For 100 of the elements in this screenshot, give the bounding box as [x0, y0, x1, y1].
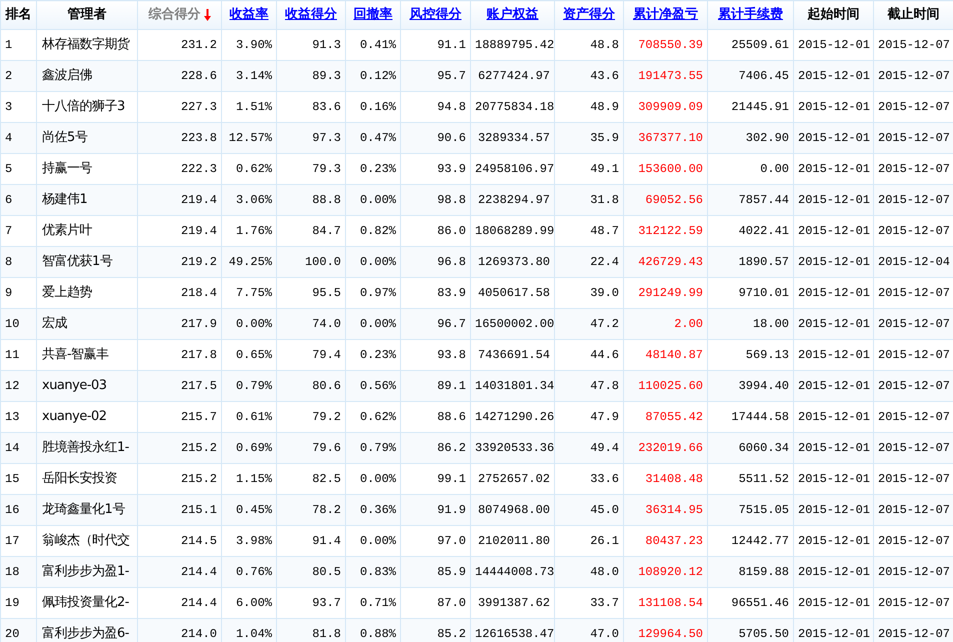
- table-cell: 47.0: [554, 618, 624, 642]
- table-cell: 45.0: [554, 494, 624, 526]
- table-cell: 47.2: [554, 308, 624, 340]
- column-header: 截止时间: [888, 7, 940, 22]
- manager-cell: 鑫波启佛: [36, 60, 138, 92]
- table-cell: 89.1: [400, 370, 470, 402]
- table-cell: 48.0: [554, 556, 624, 588]
- table-cell: 3.14%: [222, 60, 276, 92]
- table-cell: 96.7: [400, 308, 470, 340]
- table-cell: 49.25%: [222, 246, 276, 278]
- table-cell: 80.5: [276, 556, 346, 588]
- table-cell: 367377.10: [624, 122, 708, 154]
- table-cell: 2015-12-07: [874, 494, 953, 526]
- manager-cell: 尚佐5号: [36, 122, 138, 154]
- rank-cell: 2: [0, 60, 36, 92]
- table-cell: 0.47%: [346, 122, 400, 154]
- table-cell: 85.2: [400, 618, 470, 642]
- manager-cell: 富利步步为盈6-: [36, 618, 138, 642]
- table-cell: 214.4: [138, 556, 222, 588]
- table-cell: 95.7: [400, 60, 470, 92]
- table-cell: 36314.95: [624, 494, 708, 526]
- table-cell: 219.2: [138, 246, 222, 278]
- table-cell: 232019.66: [624, 432, 708, 464]
- table-cell: 2015-12-01: [794, 556, 874, 588]
- table-cell: 426729.43: [624, 246, 708, 278]
- table-cell: 74.0: [276, 308, 346, 340]
- table-cell: 2015-12-07: [874, 618, 953, 642]
- table-cell: 3.06%: [222, 184, 276, 216]
- table-cell: 14444008.73: [470, 556, 554, 588]
- table-cell: 47.8: [554, 370, 624, 402]
- table-cell: 0.79%: [222, 370, 276, 402]
- table-cell: 6277424.97: [470, 60, 554, 92]
- rank-cell: 4: [0, 122, 36, 154]
- table-cell: 217.9: [138, 308, 222, 340]
- column-header: 排名: [6, 7, 32, 22]
- table-cell: 43.6: [554, 60, 624, 92]
- rank-cell: 20: [0, 618, 36, 642]
- manager-cell: 智富优获1号: [36, 246, 138, 278]
- table-cell: 2015-12-07: [874, 432, 953, 464]
- table-cell: 2015-12-07: [874, 122, 953, 154]
- sort-down-arrow-icon: [204, 8, 210, 21]
- table-cell: 3994.40: [708, 370, 794, 402]
- table-cell: 2015-12-07: [874, 556, 953, 588]
- table-cell: 7515.05: [708, 494, 794, 526]
- table-cell: 2015-12-01: [794, 60, 874, 92]
- table-cell: 2015-12-07: [874, 370, 953, 402]
- table-cell: 0.88%: [346, 618, 400, 642]
- table-cell: 0.36%: [346, 494, 400, 526]
- table-cell: 100.0: [276, 246, 346, 278]
- table-cell: 219.4: [138, 184, 222, 216]
- table-cell: 215.1: [138, 494, 222, 526]
- table-cell: 0.79%: [346, 432, 400, 464]
- table-cell: 2015-12-01: [794, 308, 874, 340]
- table-cell: 18.00: [708, 308, 794, 340]
- table-cell: 0.69%: [222, 432, 276, 464]
- table-cell: 6060.34: [708, 432, 794, 464]
- table-cell: 110025.60: [624, 370, 708, 402]
- column-header: 管理者: [68, 7, 106, 22]
- table-cell: 7406.45: [708, 60, 794, 92]
- table-cell: 97.3: [276, 122, 346, 154]
- manager-cell: 胜境善投永红1-: [36, 432, 138, 464]
- table-cell: 214.0: [138, 618, 222, 642]
- table-cell: 35.9: [554, 122, 624, 154]
- rank-cell: 18: [0, 556, 36, 588]
- table-cell: 217.5: [138, 370, 222, 402]
- manager-cell: xuanye-03: [36, 370, 138, 402]
- table-cell: 1.04%: [222, 618, 276, 642]
- table-cell: 12.57%: [222, 122, 276, 154]
- table-cell: 88.8: [276, 184, 346, 216]
- table-cell: 228.6: [138, 60, 222, 92]
- table-cell: 0.00%: [222, 308, 276, 340]
- manager-cell: 杨建伟1: [36, 184, 138, 216]
- table-cell: 2015-12-01: [794, 432, 874, 464]
- rank-cell: 16: [0, 494, 36, 526]
- manager-cell: 龙琦鑫量化1号: [36, 494, 138, 526]
- table-cell: 2015-12-01: [794, 370, 874, 402]
- column-header: 起始时间: [808, 7, 860, 22]
- table-cell: 2015-12-07: [874, 184, 953, 216]
- table-cell: 78.2: [276, 494, 346, 526]
- table-cell: 108920.12: [624, 556, 708, 588]
- table-cell: 49.4: [554, 432, 624, 464]
- table-cell: 2015-12-07: [874, 308, 953, 340]
- table-cell: 91.9: [400, 494, 470, 526]
- table-cell: 31.8: [554, 184, 624, 216]
- table-cell: 90.6: [400, 122, 470, 154]
- table-cell: 12616538.47: [470, 618, 554, 642]
- table-cell: 8159.88: [708, 556, 794, 588]
- table-cell: 129964.50: [624, 618, 708, 642]
- table-cell: 3289334.57: [470, 122, 554, 154]
- table-cell: 0.00%: [346, 184, 400, 216]
- table-cell: 0.83%: [346, 556, 400, 588]
- table-cell: 5705.50: [708, 618, 794, 642]
- table-cell: 89.3: [276, 60, 346, 92]
- table-cell: 86.2: [400, 432, 470, 464]
- table-cell: 2.00: [624, 308, 708, 340]
- table-cell: 16500002.00: [470, 308, 554, 340]
- table-cell: 215.2: [138, 432, 222, 464]
- table-cell: 8074968.00: [470, 494, 554, 526]
- table-cell: 0.00%: [346, 308, 400, 340]
- table-cell: 80.6: [276, 370, 346, 402]
